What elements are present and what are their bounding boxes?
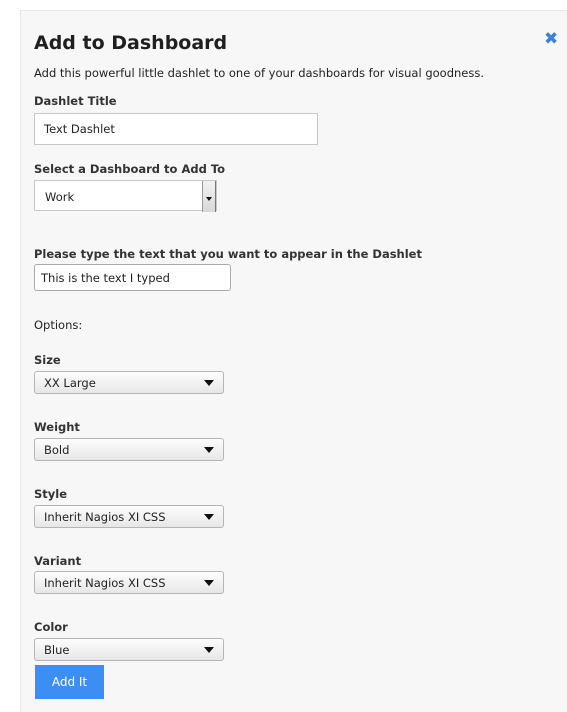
chevron-down-icon bbox=[204, 647, 214, 653]
options-label: Options: bbox=[34, 318, 83, 332]
weight-label: Weight bbox=[34, 420, 80, 434]
dashboard-select-label: Select a Dashboard to Add To bbox=[34, 162, 226, 176]
chevron-down-icon bbox=[204, 447, 214, 453]
dashboard-select-value: Work bbox=[45, 190, 75, 204]
weight-select[interactable]: Bold bbox=[34, 438, 224, 461]
size-select[interactable]: XX Large bbox=[34, 371, 224, 394]
add-it-button[interactable]: Add It bbox=[35, 665, 104, 699]
dashlet-text-label: Please type the text that you want to ap… bbox=[34, 247, 422, 261]
dialog-description: Add this powerful little dashlet to one … bbox=[34, 66, 484, 80]
chevron-down-icon bbox=[204, 380, 214, 386]
dashboard-select[interactable]: Work bbox=[34, 180, 217, 212]
size-label: Size bbox=[34, 353, 61, 367]
dashlet-title-input[interactable]: Text Dashlet bbox=[34, 113, 318, 145]
chevron-down-icon bbox=[206, 197, 212, 201]
dashboard-select-button[interactable] bbox=[202, 181, 216, 212]
style-select[interactable]: Inherit Nagios XI CSS bbox=[34, 505, 224, 528]
variant-select[interactable]: Inherit Nagios XI CSS bbox=[34, 571, 224, 594]
size-select-value: XX Large bbox=[44, 376, 96, 390]
close-icon[interactable]: ✖ bbox=[544, 30, 558, 48]
dashlet-title-value: Text Dashlet bbox=[44, 122, 115, 136]
variant-select-value: Inherit Nagios XI CSS bbox=[44, 576, 166, 590]
dashlet-text-input[interactable]: This is the text I typed bbox=[34, 264, 231, 291]
dialog-title: Add to Dashboard bbox=[34, 32, 228, 54]
add-to-dashboard-panel: Add to Dashboard ✖ Add this powerful lit… bbox=[20, 10, 567, 712]
color-label: Color bbox=[34, 620, 68, 634]
chevron-down-icon bbox=[204, 580, 214, 586]
dashlet-title-label: Dashlet Title bbox=[34, 94, 117, 108]
style-select-value: Inherit Nagios XI CSS bbox=[44, 510, 166, 524]
style-label: Style bbox=[34, 487, 68, 501]
color-select-value: Blue bbox=[44, 643, 70, 657]
weight-select-value: Bold bbox=[44, 443, 70, 457]
chevron-down-icon bbox=[204, 514, 214, 520]
variant-label: Variant bbox=[34, 554, 82, 568]
dashlet-text-value: This is the text I typed bbox=[41, 270, 170, 285]
color-select[interactable]: Blue bbox=[34, 638, 224, 661]
